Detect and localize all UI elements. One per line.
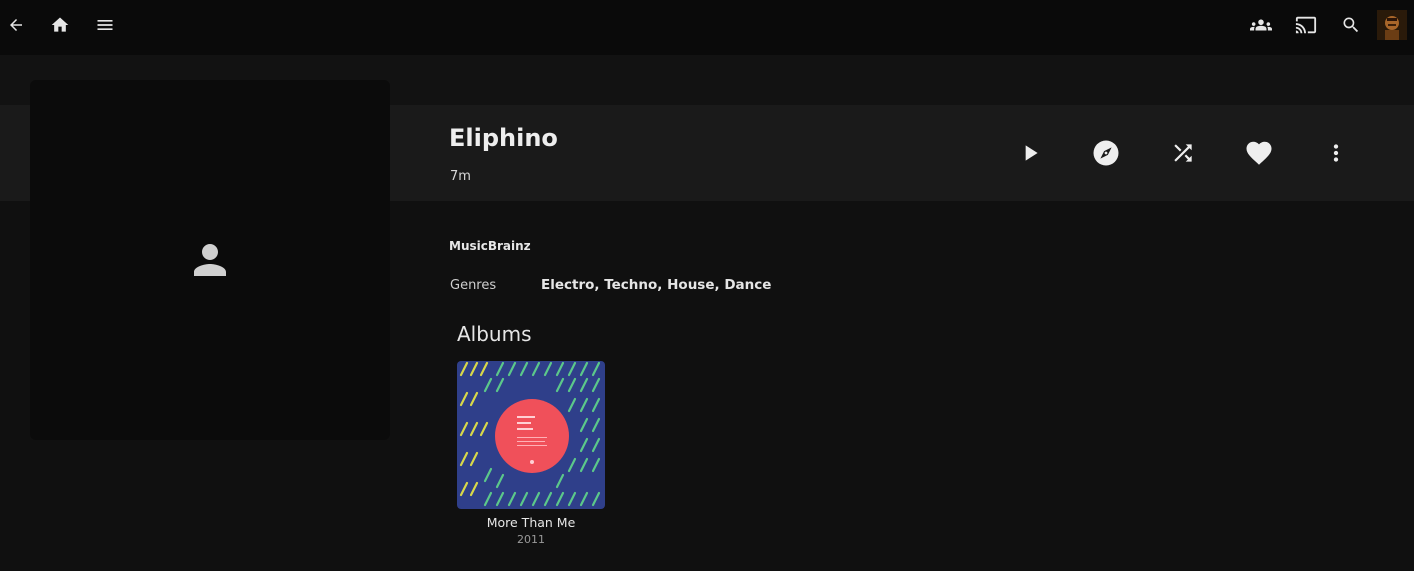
musicbrainz-link[interactable]: MusicBrainz — [449, 239, 531, 253]
artist-image-placeholder[interactable] — [30, 80, 390, 440]
cast-icon[interactable] — [1290, 9, 1322, 41]
back-arrow-icon[interactable] — [0, 9, 32, 41]
search-icon[interactable] — [1335, 9, 1367, 41]
play-icon[interactable] — [1013, 136, 1047, 170]
home-icon[interactable] — [44, 9, 76, 41]
artist-name: Eliphino — [449, 124, 558, 152]
shuffle-icon[interactable] — [1166, 136, 1200, 170]
albums-heading: Albums — [457, 322, 532, 346]
person-icon — [194, 244, 226, 276]
instant-mix-icon[interactable] — [1089, 136, 1123, 170]
more-icon[interactable] — [1319, 136, 1353, 170]
album-year: 2011 — [517, 533, 545, 546]
people-icon[interactable] — [1245, 9, 1277, 41]
top-bar — [0, 0, 1414, 55]
runtime: 7m — [450, 169, 471, 184]
genres-value[interactable]: Electro, Techno, House, Dance — [541, 277, 771, 293]
album-card[interactable]: More Than Me 2011 — [457, 361, 605, 546]
genres-label: Genres — [450, 278, 497, 293]
user-avatar[interactable] — [1376, 9, 1408, 41]
favorite-icon[interactable] — [1242, 136, 1276, 170]
album-cover-image[interactable] — [457, 361, 605, 509]
album-title[interactable]: More Than Me — [457, 515, 605, 530]
menu-icon[interactable] — [89, 9, 121, 41]
